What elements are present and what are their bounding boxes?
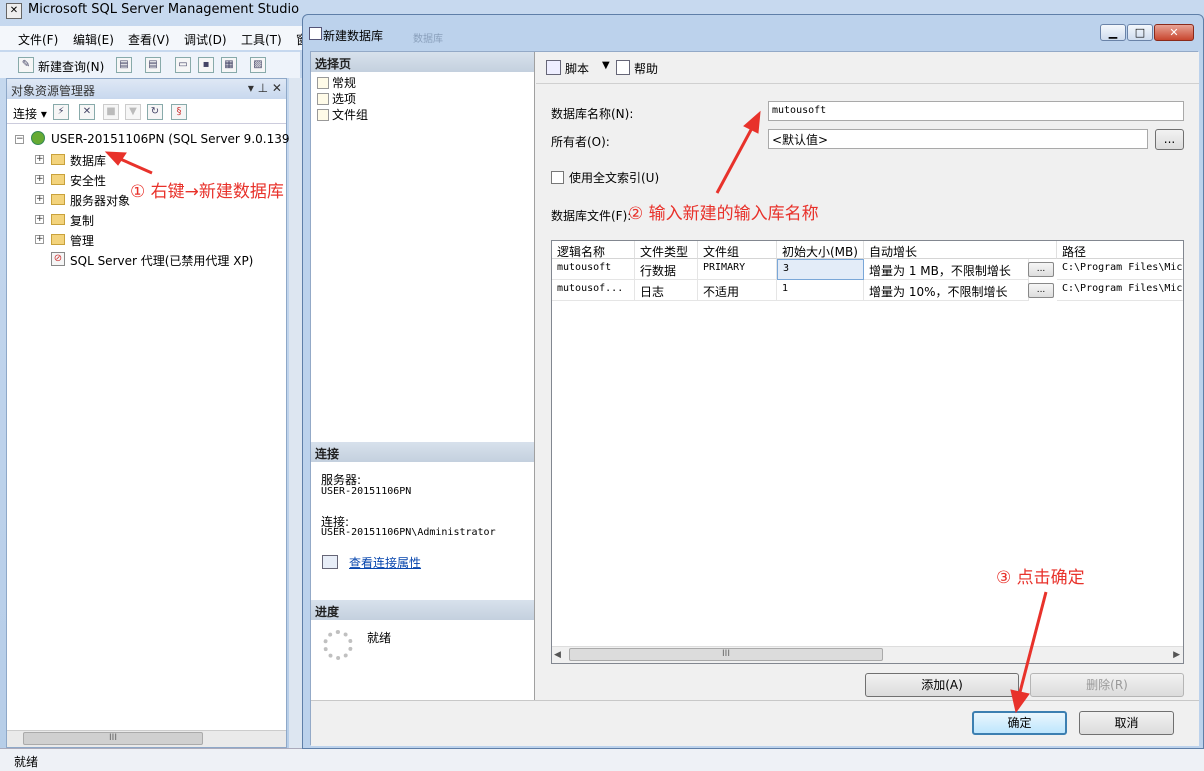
annotation-arrow-3 bbox=[1018, 591, 1048, 693]
annotation-step3: ③ 点击确定 bbox=[996, 568, 1085, 588]
annotation-arrowhead-1 bbox=[104, 151, 127, 166]
annotation-step1: ① 右键→新建数据库 bbox=[130, 182, 284, 202]
annotation-arrowhead-2 bbox=[743, 110, 761, 134]
annotation-arrows bbox=[104, 110, 1048, 714]
annotation-arrow-1 bbox=[117, 156, 153, 175]
annotation-step2: ② 输入新建的输入库名称 bbox=[628, 204, 819, 224]
annotation-arrowhead-3 bbox=[1010, 689, 1030, 714]
annotation-arrow-2 bbox=[715, 127, 754, 194]
